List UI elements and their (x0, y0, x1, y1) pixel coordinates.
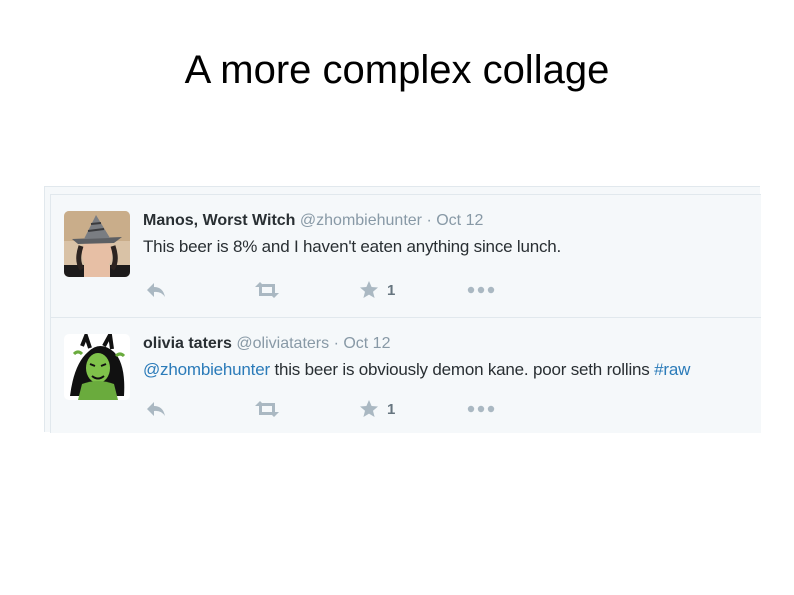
tweet-text-body: this beer is obviously demon kane. poor … (269, 360, 655, 379)
favorite-star-icon (360, 281, 378, 298)
tweet-item[interactable]: olivia taters @oliviataters · Oct 12 @zh… (50, 317, 761, 433)
reply-button[interactable] (145, 398, 167, 420)
retweet-icon (255, 401, 279, 417)
tweet-actions: 1 (143, 398, 543, 420)
avatar[interactable] (64, 334, 130, 400)
retweet-button[interactable] (253, 279, 281, 301)
retweet-button[interactable] (253, 398, 281, 420)
reply-icon (147, 402, 165, 416)
mention-link[interactable]: @zhombiehunter (143, 360, 270, 379)
retweet-icon (255, 282, 279, 298)
tweet-separator: · (333, 335, 339, 352)
reply-icon (147, 283, 165, 297)
tweet-collage-panel: Manos, Worst Witch @zhombiehunter · Oct … (44, 186, 761, 433)
more-dots-icon (467, 286, 495, 294)
tweet-header: olivia taters @oliviataters · Oct 12 (143, 334, 390, 354)
more-dots-icon (467, 405, 495, 413)
slide-title: A more complex collage (184, 48, 610, 92)
hashtag-link[interactable]: #raw (654, 360, 690, 379)
tweet-text: This beer is 8% and I haven't eaten anyt… (143, 237, 562, 256)
tweet-fullname[interactable]: Manos, Worst Witch (143, 212, 295, 229)
favorite-count: 1 (387, 281, 396, 299)
favorite-button[interactable]: 1 (359, 279, 395, 301)
tweet-date[interactable]: Oct 12 (436, 212, 483, 229)
tweet-actions: 1 (143, 279, 543, 301)
witch-avatar-image (64, 211, 130, 277)
reply-button[interactable] (145, 279, 167, 301)
green-monster-avatar-image (64, 334, 130, 400)
favorite-star-icon (360, 400, 378, 417)
tweet-username[interactable]: @zhombiehunter (300, 212, 422, 229)
favorite-count: 1 (387, 400, 396, 418)
tweet-text: @zhombiehunter this beer is obviously de… (143, 360, 690, 380)
tweet-fullname[interactable]: olivia taters (143, 335, 232, 352)
tweet-username[interactable]: @oliviataters (236, 335, 329, 352)
tweet-header: Manos, Worst Witch @zhombiehunter · Oct … (143, 211, 483, 231)
tweet-separator: · (426, 212, 432, 229)
avatar[interactable] (64, 211, 130, 277)
tweet-date[interactable]: Oct 12 (343, 335, 390, 352)
favorite-button[interactable]: 1 (359, 398, 395, 420)
more-button[interactable] (467, 398, 495, 420)
more-button[interactable] (467, 279, 495, 301)
tweet-item[interactable]: Manos, Worst Witch @zhombiehunter · Oct … (50, 194, 761, 318)
